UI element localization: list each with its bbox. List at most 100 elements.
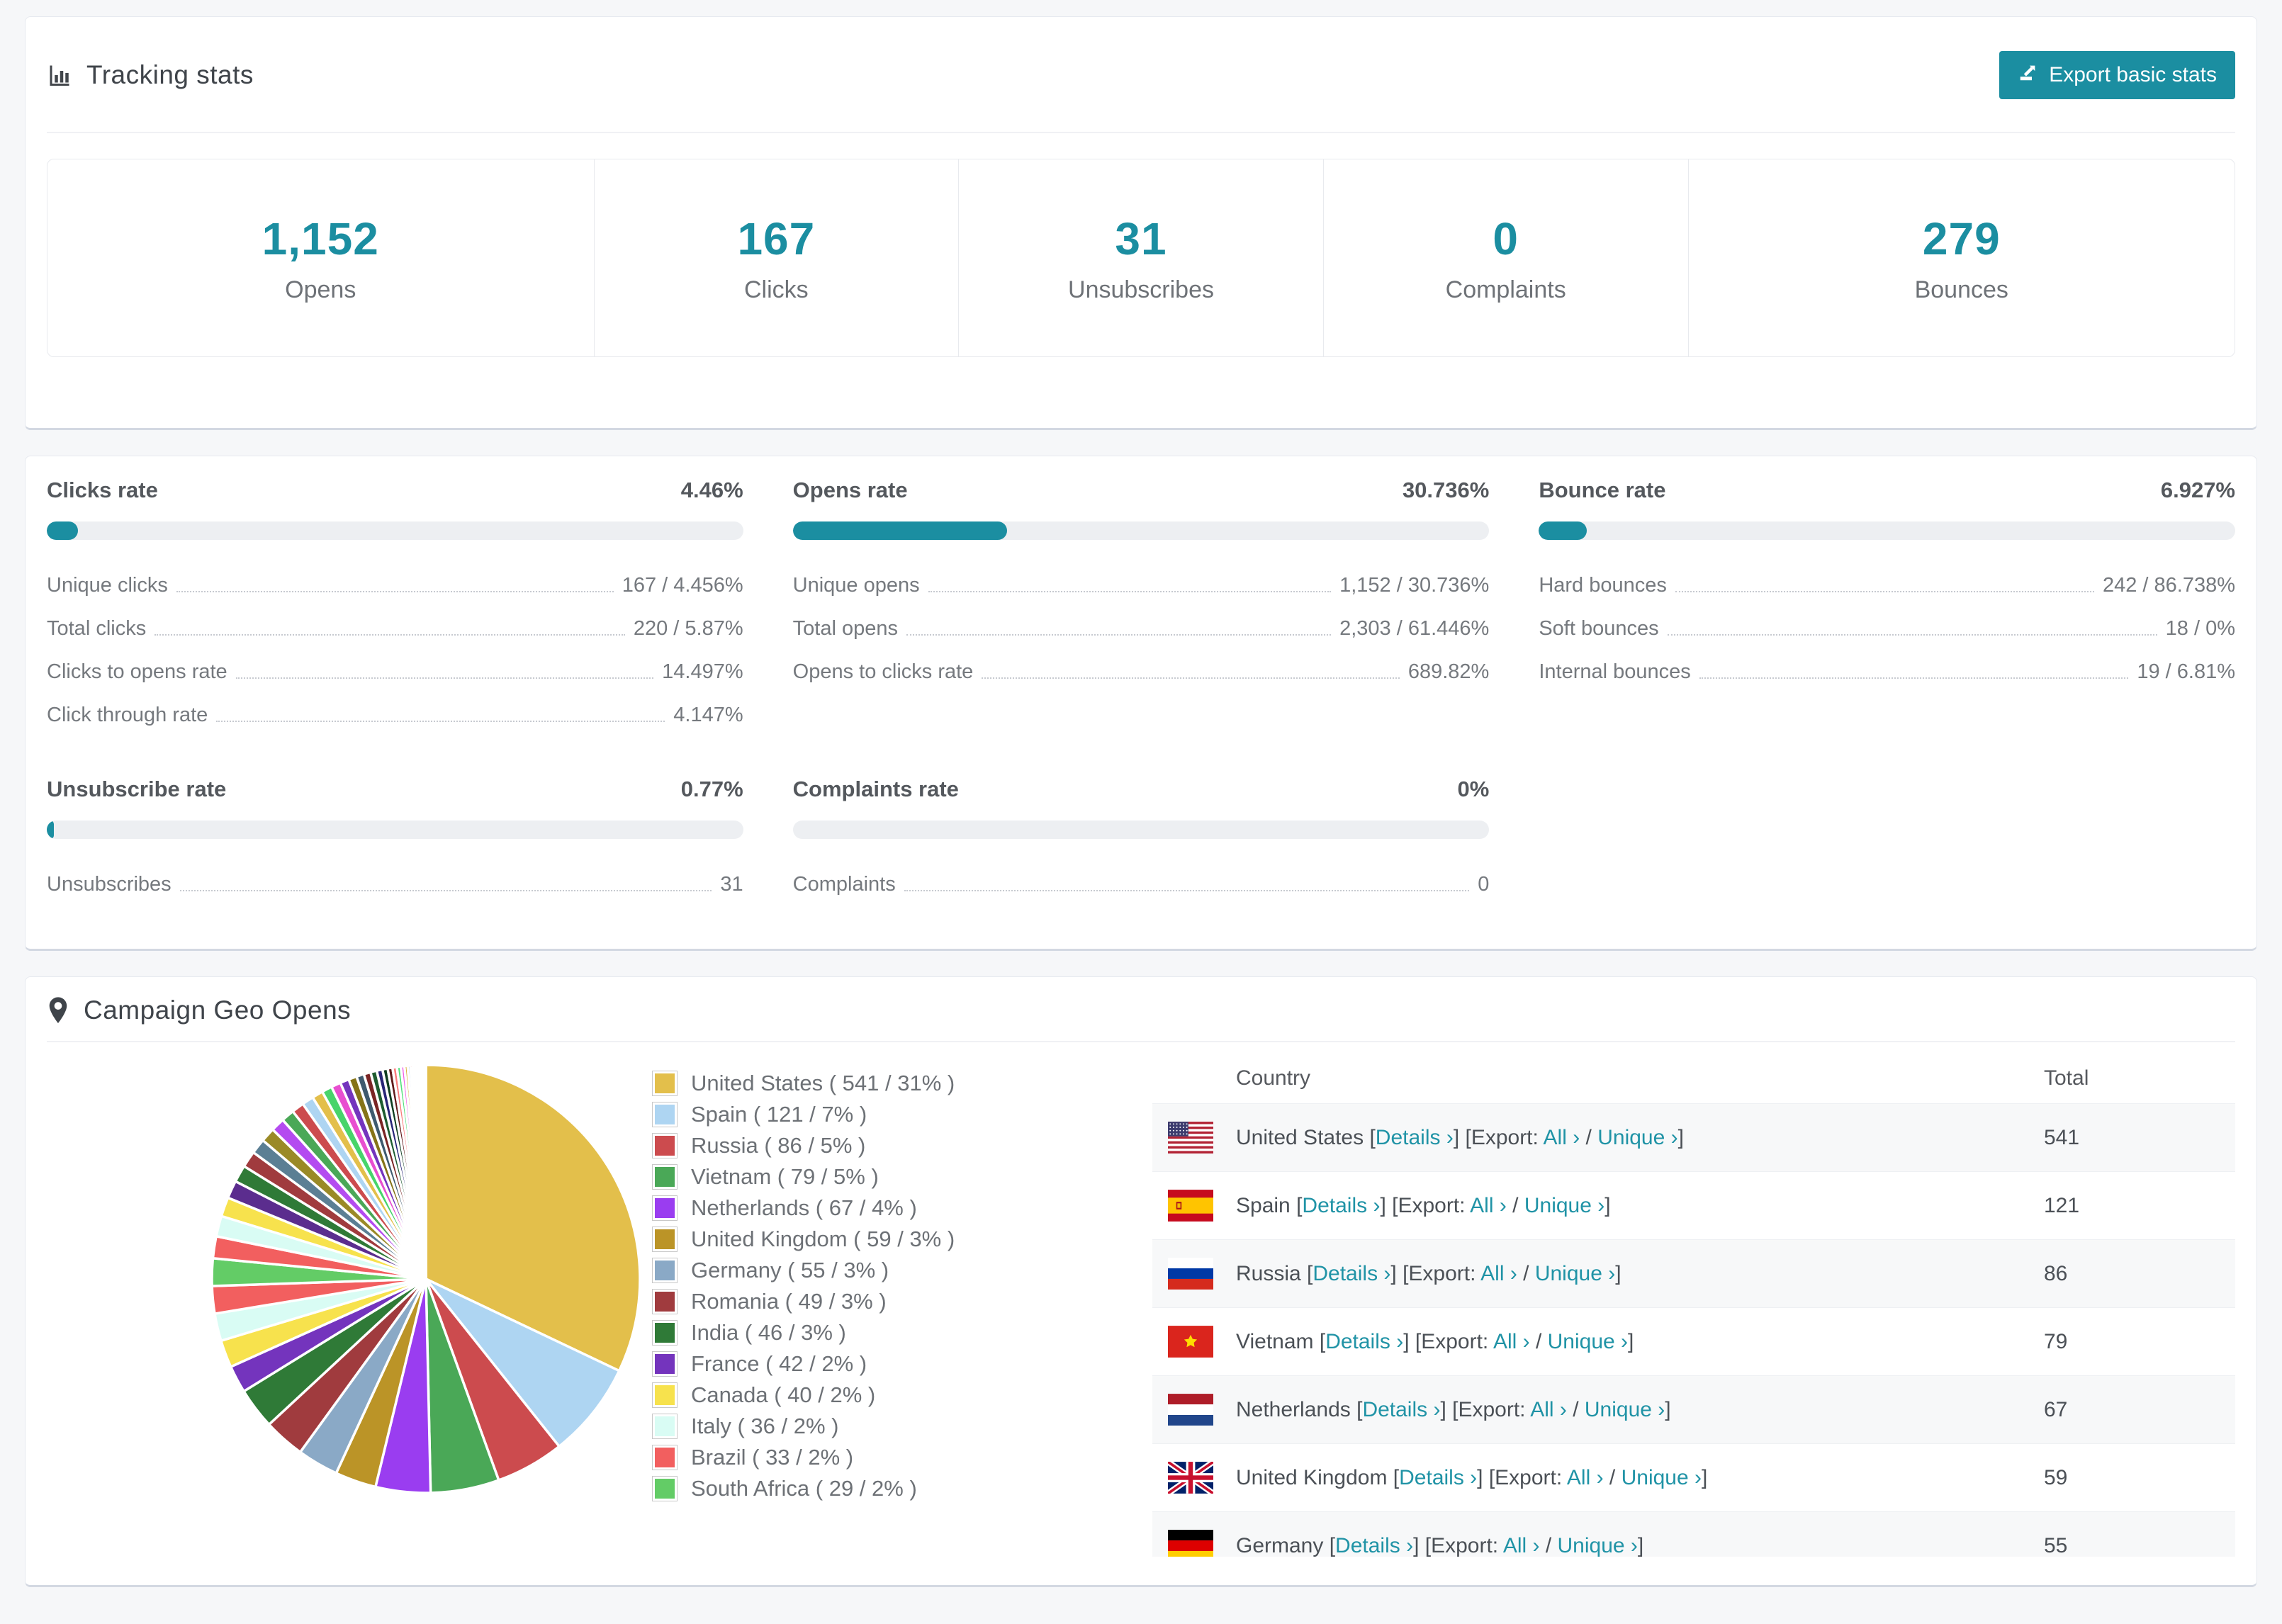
export-all-link[interactable]: All › [1480,1262,1517,1285]
card-rates: Clicks rate 4.46% Unique clicks 167 / 4.456… [25,456,2257,951]
legend-item-brazil: Brazil ( 33 / 2% ) [652,1445,1152,1470]
stat-value: 31 [1115,213,1167,264]
export-unique-link[interactable]: Unique › [1585,1398,1665,1421]
stat-line-label: Opens to clicks rate [792,660,974,683]
export-all-link[interactable]: All › [1493,1330,1530,1353]
dotted-leader [982,677,1400,679]
stat-line-label: Clicks to opens rate [47,660,227,683]
stat-box-clicks: 167 Clicks [595,159,960,356]
export-basic-stats-button[interactable]: Export basic stats [1999,51,2235,99]
rate-rows: Unique opens 1,152 / 30.736% Total opens 2,… [793,564,1490,694]
stat-line-label: Complaints [792,873,896,896]
legend-swatch [652,1195,678,1221]
stat-line-complaints: Complaints 0 [793,863,1490,906]
rate-head: Clicks rate 4.46% [47,478,743,503]
stat-line-label: Hard bounces [1539,574,1667,597]
flag-es-icon [1168,1190,1213,1222]
details-link[interactable]: Details › [1399,1466,1477,1489]
legend-swatch [652,1382,678,1408]
export-all-link[interactable]: All › [1503,1534,1540,1557]
rate-head: Bounce rate 6.927% [1539,478,2235,503]
stat-line-unique-clicks: Unique clicks 167 / 4.456% [47,564,743,607]
export-all-link[interactable]: All › [1567,1466,1604,1489]
total-cell: 541 [2044,1125,2080,1149]
geo-content: United States ( 541 / 31% ) Spain ( 121 /… [26,1042,2256,1557]
stat-line-value: 4.147% [673,704,743,726]
stat-line-value: 14.497% [662,660,743,683]
dotted-leader [216,721,665,722]
legend-item-italy: Italy ( 36 / 2% ) [652,1414,1152,1439]
export-unique-link[interactable]: Unique › [1558,1534,1638,1557]
legend-label: Spain ( 121 / 7% ) [691,1102,867,1127]
rate-title: Clicks rate [47,478,158,502]
country-column-header: Country [1236,1066,1311,1090]
export-all-link[interactable]: All › [1470,1194,1507,1217]
stat-line-label: Unique clicks [47,574,168,597]
details-link[interactable]: Details › [1325,1330,1403,1353]
legend-swatch [652,1351,678,1377]
geo-table-row-spain: Spain [Details ›] [Export: All › / Uniqu… [1152,1171,2235,1239]
rate-value: 0.77% [680,777,743,801]
legend-item-canada: Canada ( 40 / 2% ) [652,1382,1152,1408]
legend-swatch [652,1071,678,1096]
dotted-leader [154,634,625,636]
rate-title: Unsubscribe rate [47,777,227,801]
legend-label: India ( 46 / 3% ) [691,1320,846,1345]
dotted-leader [1667,634,2157,636]
map-pin-icon [47,996,69,1025]
export-unique-link[interactable]: Unique › [1535,1262,1615,1285]
details-link[interactable]: Details › [1313,1262,1390,1285]
rate-head: Complaints rate 0% [793,777,1490,802]
stat-line-label: Total opens [792,617,898,640]
rate-progress-fill [792,521,1007,540]
details-link[interactable]: Details › [1362,1398,1440,1421]
total-cell: 67 [2044,1397,2068,1421]
details-link[interactable]: Details › [1302,1194,1380,1217]
total-cell: 55 [2044,1533,2068,1557]
geo-opens-pie-chart [210,1064,641,1494]
stat-line-total-opens: Total opens 2,303 / 61.446% [793,607,1490,650]
stat-line-unsubscribes: Unsubscribes 31 [47,863,743,906]
rate-progress-bar [792,521,1490,540]
dotted-leader [904,890,1470,891]
geo-table-row-vietnam: Vietnam [Details ›] [Export: All › / Uni… [1152,1307,2235,1375]
stat-line-label: Unsubscribes [47,873,172,896]
details-link[interactable]: Details › [1376,1126,1454,1149]
export-all-link[interactable]: All › [1544,1126,1580,1149]
stat-line-total-clicks: Total clicks 220 / 5.87% [47,607,743,650]
geo-header: Campaign Geo Opens [26,977,2256,1041]
rate-rows: Hard bounces 242 / 86.738% Soft bounces 18 … [1539,564,2235,694]
stat-box-bounces: 279 Bounces [1689,159,2235,356]
stat-line-label: Total clicks [47,617,147,640]
details-link[interactable]: Details › [1335,1534,1413,1557]
legend-label: Vietnam ( 79 / 5% ) [691,1164,879,1189]
rate-rows: Unique clicks 167 / 4.456% Total clicks 220… [47,564,743,737]
legend-item-india: India ( 46 / 3% ) [652,1320,1152,1346]
stat-line-opens-to-clicks-rate: Opens to clicks rate 689.82% [793,650,1490,694]
stat-line-value: 220 / 5.87% [633,617,743,640]
legend-item-spain: Spain ( 121 / 7% ) [652,1102,1152,1127]
export-unique-link[interactable]: Unique › [1524,1194,1604,1217]
stat-line-clicks-to-opens-rate: Clicks to opens rate 14.497% [47,650,743,694]
legend-label: South Africa ( 29 / 2% ) [691,1476,917,1501]
country-cell: Spain [Details ›] [Export: All › / Uniqu… [1168,1190,2044,1222]
rate-progress-bar [1539,521,2235,540]
stat-box-complaints: 0 Complaints [1324,159,1689,356]
dotted-leader [906,634,1332,636]
export-unique-link[interactable]: Unique › [1621,1466,1702,1489]
rate-panel-opens-rate: Opens rate 30.736% Unique opens 1,152 / 30.… [792,478,1490,737]
geo-pie-wrap [47,1042,653,1557]
legend-label: Germany ( 55 / 3% ) [691,1258,889,1282]
country-text: Spain [Details ›] [Export: All › / Uniqu… [1236,1193,1611,1217]
export-all-link[interactable]: All › [1530,1398,1567,1421]
dotted-leader [179,890,712,891]
export-unique-link[interactable]: Unique › [1597,1126,1677,1149]
country-text: Netherlands [Details ›] [Export: All › /… [1236,1397,1671,1421]
geo-table-row-united-states: United States [Details ›] [Export: All ›… [1152,1103,2235,1171]
export-unique-link[interactable]: Unique › [1548,1330,1628,1353]
stat-line-value: 31 [720,873,743,896]
legend-swatch [652,1476,678,1501]
rates-row-2: Unsubscribe rate 0.77% Unsubscribes 31 Compl… [47,777,2235,906]
legend-swatch [652,1102,678,1127]
legend-label: Romania ( 49 / 3% ) [691,1289,887,1314]
